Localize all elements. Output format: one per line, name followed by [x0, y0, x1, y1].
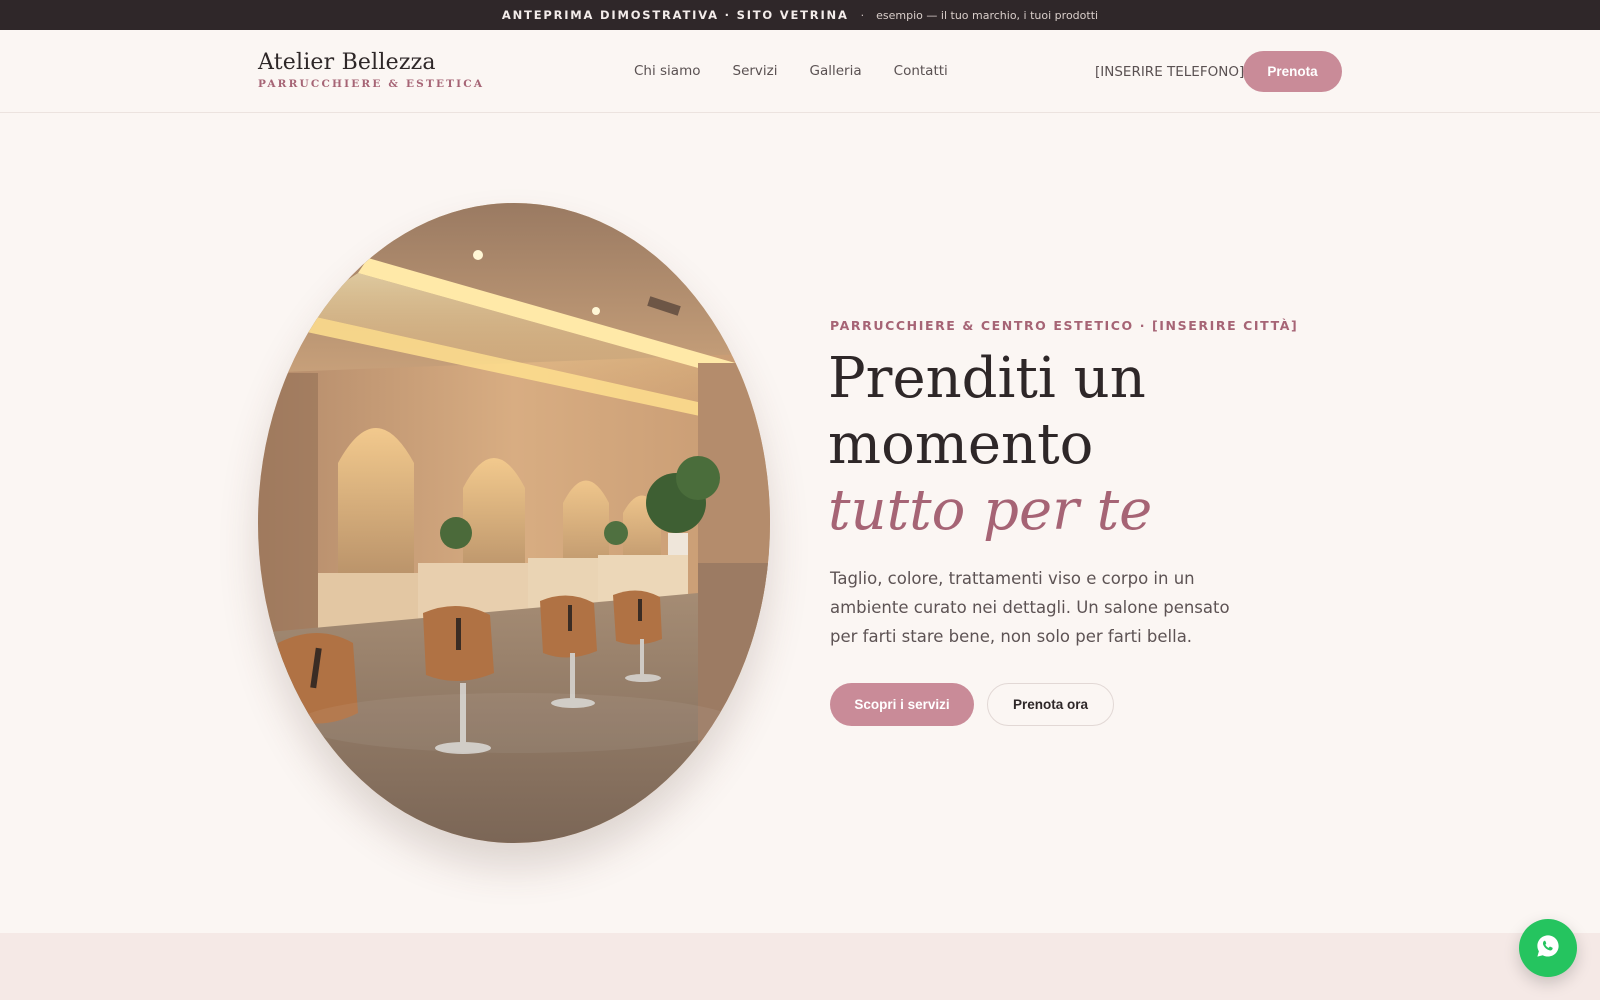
announcement-title: ANTEPRIMA DIMOSTRATIVA · SITO VETRINA — [501, 8, 849, 22]
next-section — [0, 933, 1600, 1000]
book-button[interactable]: Prenota — [1243, 51, 1342, 92]
headline-line-1: Prenditi un — [828, 346, 1146, 411]
book-now-button[interactable]: Prenota ora — [987, 683, 1114, 726]
announcement-note: esempio — il tuo marchio, i tuoi prodott… — [876, 8, 1099, 22]
hero-image — [258, 203, 770, 843]
whatsapp-button[interactable] — [1519, 919, 1577, 977]
announcement-bar: ANTEPRIMA DIMOSTRATIVA · SITO VETRINA · … — [0, 0, 1600, 30]
nav-item-galleria[interactable]: Galleria — [810, 61, 862, 81]
hero-lead: Taglio, colore, trattamenti viso e corpo… — [830, 569, 1230, 646]
nav-item-chi-siamo[interactable]: Chi siamo — [634, 61, 701, 81]
logo-title: Atelier Bellezza — [258, 50, 436, 75]
announcement-separator: · — [860, 8, 865, 22]
site-header: Atelier Bellezza PARRUCCHIERE & ESTETICA… — [0, 30, 1600, 113]
phone-link[interactable]: [INSERIRE TELEFONO] — [1095, 62, 1244, 82]
whatsapp-icon — [1535, 933, 1561, 963]
logo[interactable]: Atelier Bellezza PARRUCCHIERE & ESTETICA — [258, 50, 484, 90]
logo-subtitle: PARRUCCHIERE & ESTETICA — [258, 78, 485, 90]
headline-accent: tutto per te — [828, 478, 1153, 543]
headline-line-2: momento — [828, 412, 1094, 477]
hero-headline: Prenditi un momento tutto per te — [828, 346, 1348, 544]
nav-item-contatti[interactable]: Contatti — [894, 61, 948, 81]
hero-eyebrow: PARRUCCHIERE & CENTRO ESTETICO · [INSERI… — [830, 318, 1299, 333]
discover-services-button[interactable]: Scopri i servizi — [830, 683, 974, 726]
nav-item-servizi[interactable]: Servizi — [733, 61, 778, 81]
main-nav: Chi siamo Servizi Galleria Contatti — [634, 61, 948, 81]
